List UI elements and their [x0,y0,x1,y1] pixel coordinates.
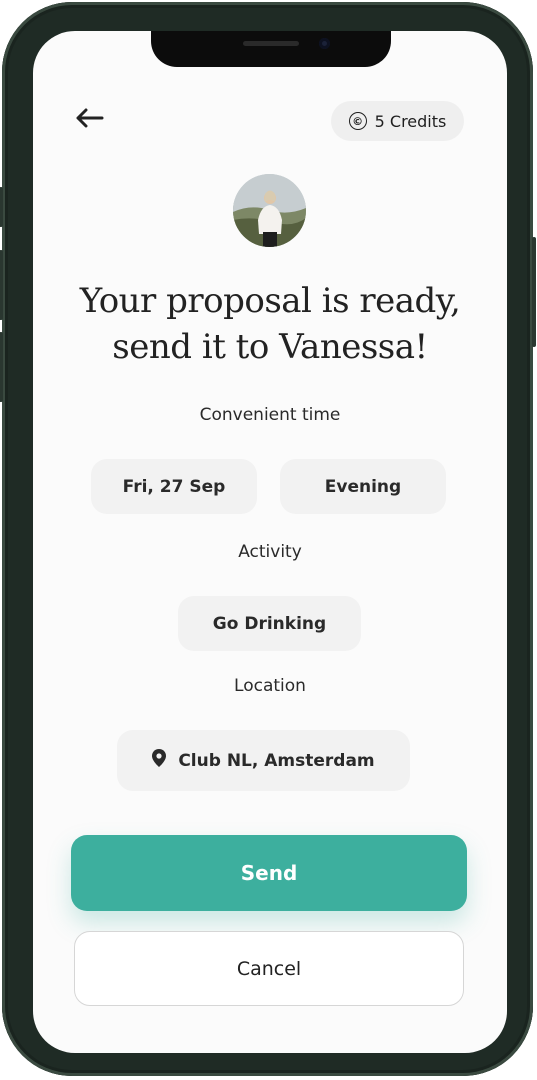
copyright-icon: © [348,112,367,130]
map-pin-icon [152,749,167,772]
side-button-volume-down [0,332,3,402]
location-value: Club NL, Amsterdam [178,750,375,771]
title-line-1: Your proposal is ready, [79,281,461,321]
side-button-silent [0,187,3,227]
notch [151,31,391,67]
location-label: Location [234,676,306,696]
credits-badge[interactable]: © 5 Credits [331,101,464,141]
app-screen: © 5 Credits Your proposal is ready, send… [33,31,507,1053]
back-button[interactable] [71,105,107,135]
convenient-time-label: Convenient time [199,405,341,425]
arrow-left-icon [74,107,104,134]
location-chip[interactable]: Club NL, Amsterdam [117,730,410,791]
avatar [233,174,306,247]
page-title: Your proposal is ready, send it to Vanes… [53,278,487,370]
title-line-2: send it to Vanessa! [112,327,428,367]
side-button-power [532,237,536,347]
cancel-button[interactable]: Cancel [74,931,464,1006]
speaker-grille [243,41,299,46]
phone-frame: © 5 Credits Your proposal is ready, send… [0,2,536,1076]
time-of-day-chip[interactable]: Evening [280,459,446,514]
credits-label: 5 Credits [374,111,447,131]
activity-label: Activity [238,542,302,562]
side-button-volume-up [0,250,3,320]
front-camera [319,38,330,49]
send-button[interactable]: Send [71,835,467,911]
date-chip[interactable]: Fri, 27 Sep [91,459,257,514]
activity-chip[interactable]: Go Drinking [178,596,361,651]
